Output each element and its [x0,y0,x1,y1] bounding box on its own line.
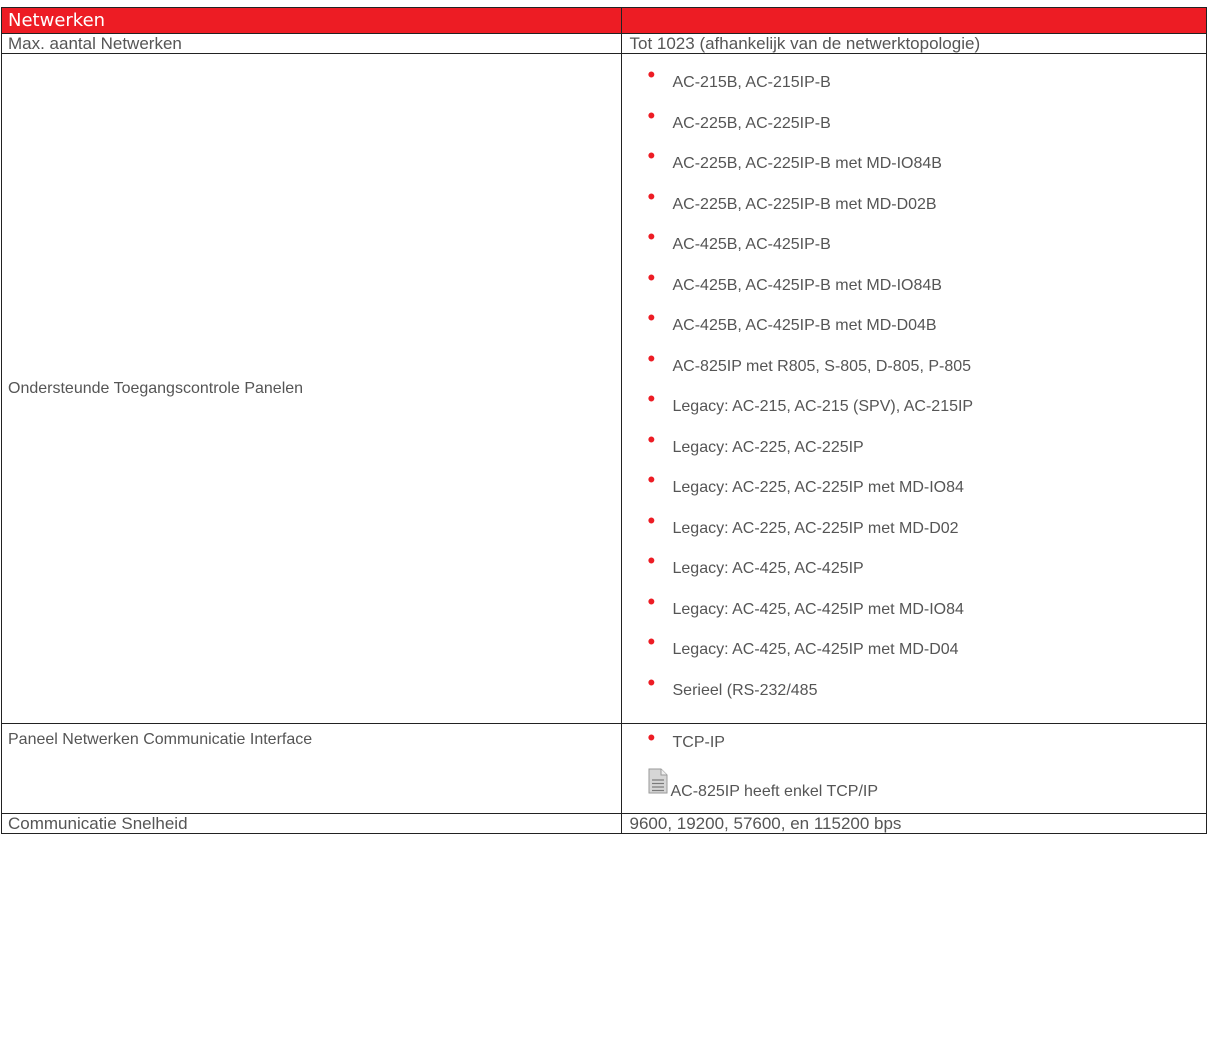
panel-item-text: Legacy: AC-225, AC-225IP met MD-IO84 [672,479,964,496]
panel-item-text: AC-825IP met R805, S-805, D-805, P-805 [672,357,972,375]
panel-item-text: AC-425B, AC-425IP-B met MD-D04B [672,317,937,334]
communication-speed-value: 9600, 19200, 57600, en 115200 bps [620,813,1207,834]
table-row-communication-interface: Paneel Netwerken Communicatie Interface … [1,723,1207,814]
interface-note-text: AC-825IP heeft enkel TCP/IP [670,783,879,800]
panel-item-text: Serieel (RS-232/485 [672,681,818,699]
bullet-icon: • [647,426,656,452]
supported-panels-cell: • AC-215B, AC-215IP-B • AC-225B, AC-225IP-B… [620,53,1207,724]
panel-item-text: Legacy: AC-425, AC-425IP met MD-IO84 [672,600,964,618]
bullet-icon: • [647,588,656,614]
bullet-icon: • [647,669,656,695]
bullet-icon: • [647,62,656,87]
list-item: • AC-225B, AC-225IP-B [648,104,1207,151]
list-item: • AC-225B, AC-225IP-B met MD-IO84B [648,145,1207,191]
bullet-icon: • [647,467,656,492]
table-row-communication-speed: Communicatie Snelheid 9600, 19200, 57600… [1,813,1207,834]
spec-page: Netwerken Max. aantal Netwerken Tot 1023… [0,0,1208,1047]
list-item: • Legacy: AC-225, AC-225IP [648,428,1207,475]
note-document-icon [648,768,667,794]
bullet-icon: • [647,183,656,209]
panel-item-text: AC-215B, AC-215IP-B [672,74,831,91]
bullet-icon: • [647,548,656,573]
panel-item-text: AC-225B, AC-225IP-B met MD-IO84B [672,155,942,172]
table-header-row: Netwerken [1,7,1207,34]
panel-item-text: AC-425B, AC-425IP-B [672,236,831,253]
list-item: • AC-225B, AC-225IP-B met MD-D02B [648,185,1207,232]
panel-item-text: Legacy: AC-225, AC-225IP [672,438,864,456]
bullet-icon: • [647,102,656,128]
list-item: • Legacy: AC-425, AC-425IP met MD-IO84 [648,590,1207,637]
panel-item-text: AC-425B, AC-425IP-B met MD-IO84B [672,276,942,294]
bullet-icon: • [647,629,656,654]
communication-interface-label: Paneel Netwerken Communicatie Interface [1,723,622,814]
list-item: • Legacy: AC-425, AC-425IP [648,550,1207,596]
list-item: • Legacy: AC-425, AC-425IP met MD-D04 [648,631,1207,677]
communication-interface-cell: • TCP-IP AC-825IP heeft enkel TCP/IP [620,723,1207,814]
max-networks-label: Max. aantal Netwerken [1,33,622,54]
max-networks-value: Tot 1023 (afhankelijk van de netwerktopo… [620,33,1207,54]
list-item: • AC-425B, AC-425IP-B met MD-IO84B [648,266,1207,313]
panel-item-text: AC-225B, AC-225IP-B [672,114,831,132]
panel-item-text: Legacy: AC-425, AC-425IP [672,560,864,577]
list-item: • AC-215B, AC-215IP-B [648,64,1207,110]
bullet-icon: • [647,386,656,411]
bullet-icon: • [647,224,656,249]
panel-item-text: Legacy: AC-215, AC-215 (SPV), AC-215IP [672,398,974,415]
bullet-icon: • [647,507,656,533]
bullet-icon: • [647,305,656,330]
list-item: • TCP-IP [648,727,725,754]
communication-speed-label: Communicatie Snelheid [1,813,622,834]
interface-item-text: TCP-IP [672,734,725,751]
list-item: • AC-825IP met R805, S-805, D-805, P-805 [648,347,1207,394]
list-item: • Legacy: AC-225, AC-225IP met MD-IO84 [648,469,1207,515]
supported-panels-label: Ondersteunde Toegangscontrole Panelen [1,53,622,724]
table-row-max-networks: Max. aantal Netwerken Tot 1023 (afhankel… [1,33,1207,54]
bullet-icon: • [647,345,656,371]
supported-panels-list: • AC-215B, AC-215IP-B • AC-225B, AC-225IP-B… [622,54,1207,717]
panel-item-text: Legacy: AC-225, AC-225IP met MD-D02 [672,519,959,537]
list-item: • Serieel (RS-232/485 [648,671,1207,718]
list-item: • AC-425B, AC-425IP-B met MD-D04B [648,307,1207,353]
header-empty-cell [620,7,1207,34]
bullet-icon: • [647,264,656,290]
bullet-icon: • [647,143,656,168]
list-item: • AC-425B, AC-425IP-B [648,226,1207,272]
list-item: • Legacy: AC-215, AC-215 (SPV), AC-215IP [648,388,1207,434]
bullet-icon: • [647,725,656,750]
section-title: Netwerken [1,7,622,34]
panel-item-text: Legacy: AC-425, AC-425IP met MD-D04 [672,641,959,658]
network-spec-table: Netwerken Max. aantal Netwerken Tot 1023… [1,7,1207,834]
panel-item-text: AC-225B, AC-225IP-B met MD-D02B [672,195,937,213]
table-row-supported-panels: Ondersteunde Toegangscontrole Panelen • A… [1,53,1207,724]
list-item: • Legacy: AC-225, AC-225IP met MD-D02 [648,509,1207,556]
